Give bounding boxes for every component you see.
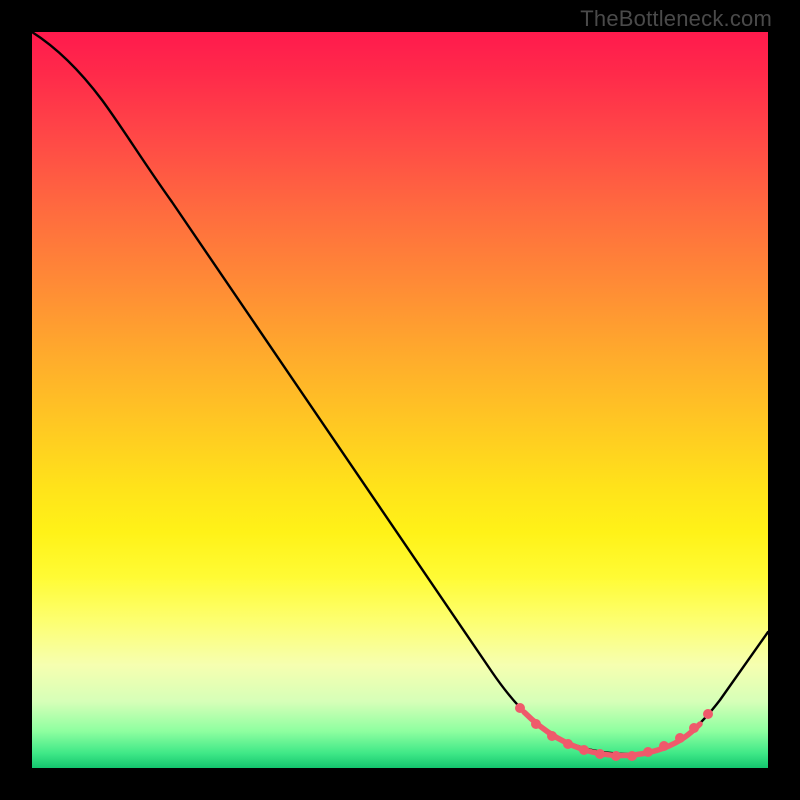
valley-dot [643,747,653,757]
valley-dot [659,741,669,751]
valley-dot [515,703,525,713]
chart-svg [32,32,768,768]
valley-dot [579,745,589,755]
watermark-text: TheBottleneck.com [580,6,772,32]
chart-frame: TheBottleneck.com [0,0,800,800]
bottleneck-curve [32,32,768,754]
valley-dot [689,723,699,733]
valley-dot [627,751,637,761]
valley-dot [563,739,573,749]
plot-area [32,32,768,768]
valley-dot [531,719,541,729]
valley-dot [547,731,557,741]
valley-dot [703,709,713,719]
valley-dot [611,751,621,761]
valley-dot [675,733,685,743]
valley-dot [595,749,605,759]
